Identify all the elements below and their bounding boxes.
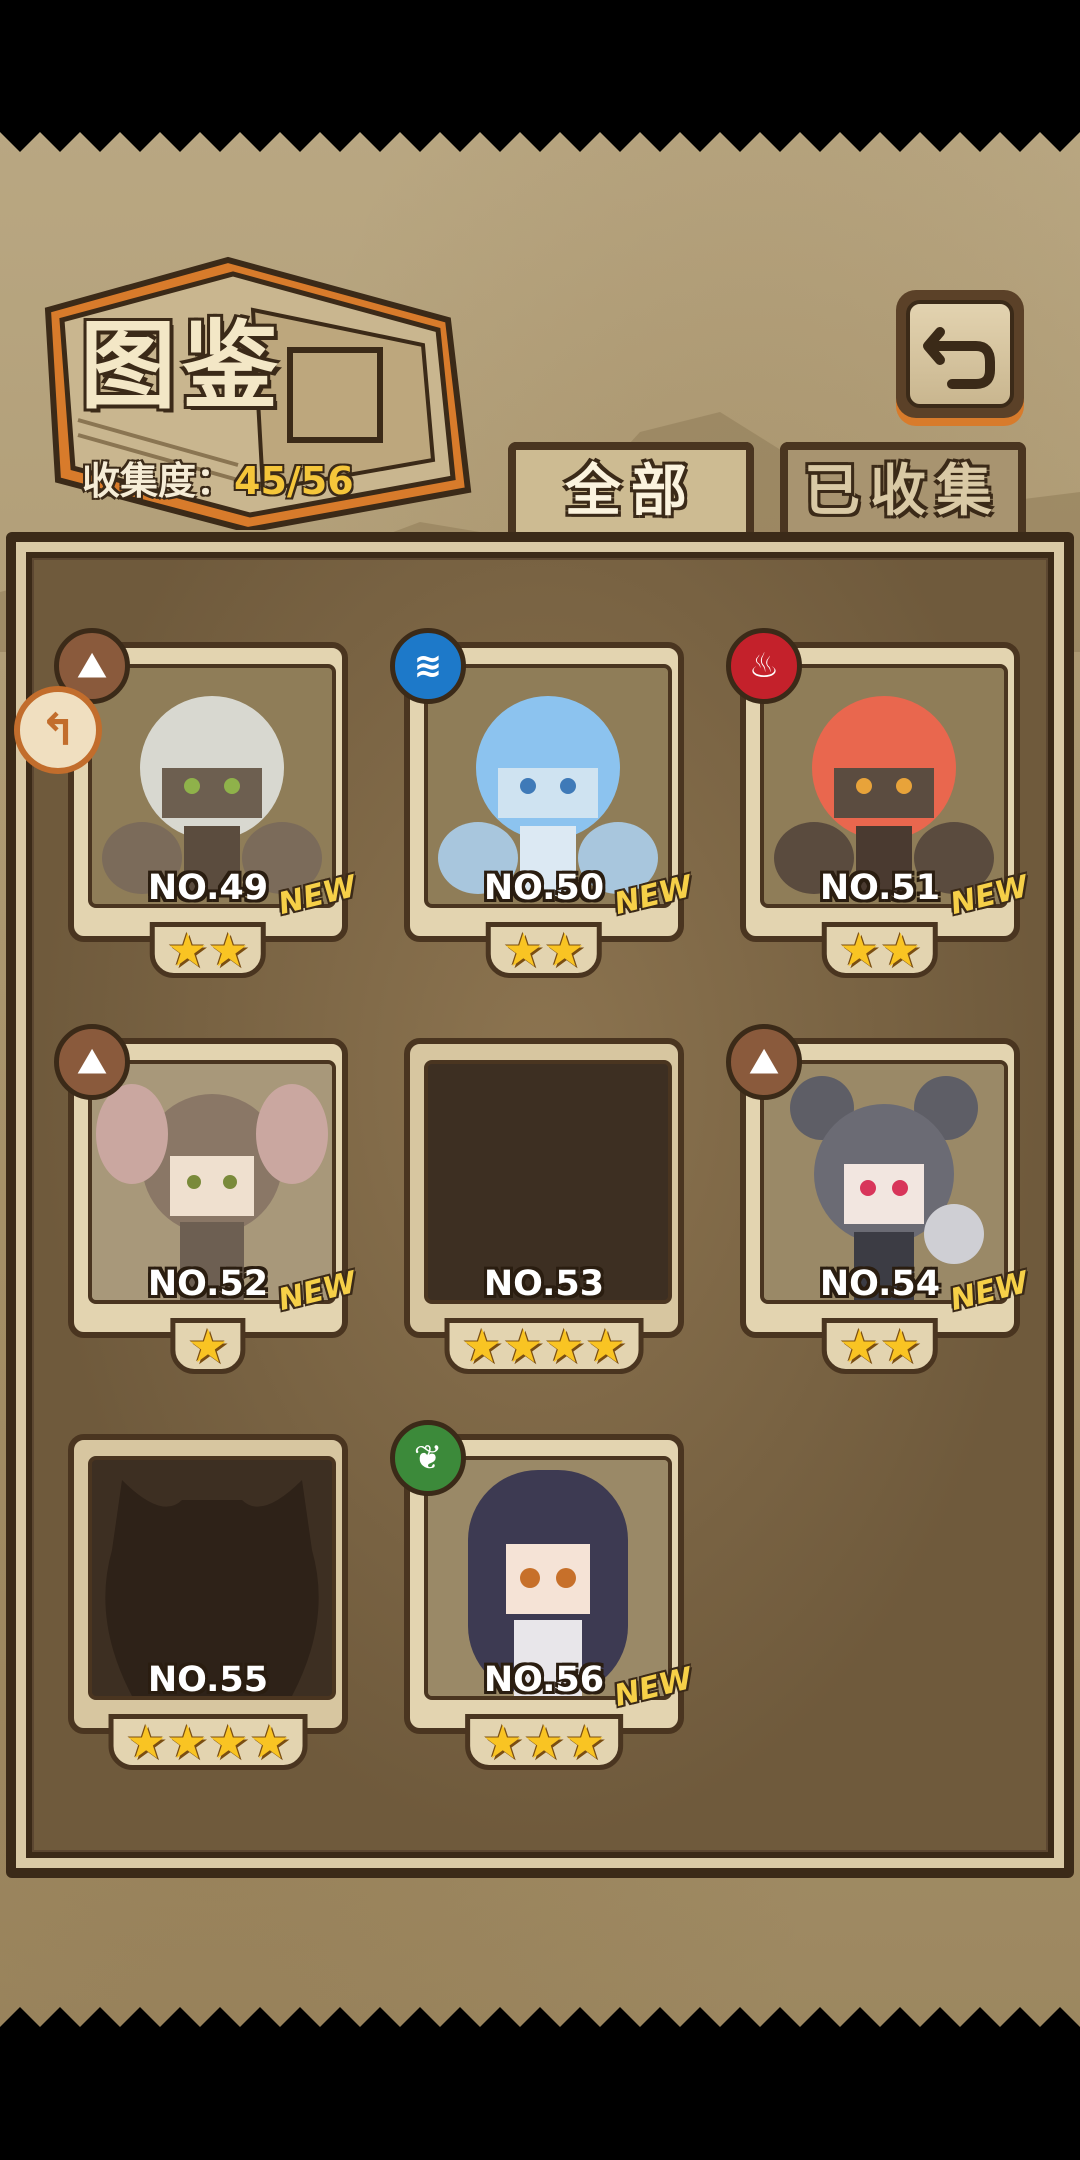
mountain-icon: ⛰ xyxy=(54,1024,130,1100)
collection-value: 45/56 xyxy=(234,459,354,503)
star-icon: ★★ xyxy=(502,923,586,977)
turn-arrow-button[interactable]: ↰ xyxy=(14,686,102,774)
star-rating: ★★ xyxy=(149,922,267,978)
star-icon: ★★ xyxy=(838,1319,922,1373)
star-rating: ★★ xyxy=(821,922,939,978)
star-rating: ★ xyxy=(170,1318,246,1374)
monster-card-51[interactable]: NO.51 NEW ★★ ♨ xyxy=(726,628,1032,978)
collection-label: 收集度： xyxy=(82,459,235,503)
monster-card-49[interactable]: NO.49 NEW ★★ ⛰ xyxy=(54,628,360,978)
monster-card-50[interactable]: NO.50 NEW ★★ ≋ xyxy=(390,628,696,978)
star-rating: ★★★★ xyxy=(444,1318,644,1374)
zigzag-border-top xyxy=(0,122,1080,152)
star-icon: ★★ xyxy=(838,923,922,977)
card-number: NO.55 xyxy=(147,1660,269,1700)
monster-card-55[interactable]: NO.55 ★★★★ xyxy=(68,1434,348,1770)
star-rating: ★★ xyxy=(485,922,603,978)
mountain-icon: ⛰ xyxy=(726,1024,802,1100)
leaf-icon: ❦ xyxy=(390,1420,466,1496)
monster-card-54[interactable]: NO.54 NEW ★★ ⛰ xyxy=(726,1024,1032,1374)
tab-collected[interactable]: 已收集 xyxy=(780,442,1026,538)
star-icon: ★ xyxy=(187,1319,229,1373)
monster-card-56[interactable]: NO.56 NEW ★★★ ❦ xyxy=(390,1420,696,1770)
back-button[interactable] xyxy=(896,290,1024,418)
tab-all[interactable]: 全部 xyxy=(508,442,754,538)
flame-icon: ♨ xyxy=(726,628,802,704)
water-icon: ≋ xyxy=(390,628,466,704)
tab-all-label: 全部 xyxy=(565,459,697,524)
star-icon: ★★★★ xyxy=(461,1319,627,1373)
zigzag-border-bottom xyxy=(0,2007,1080,2037)
return-arrow-icon xyxy=(923,327,995,389)
card-number: NO.53 xyxy=(483,1264,605,1304)
star-icon: ★★★ xyxy=(482,1715,606,1769)
monster-card-53[interactable]: NO.53 ★★★★ xyxy=(404,1038,684,1374)
monster-card-52[interactable]: NO.52 NEW ★ ⛰ xyxy=(54,1024,360,1374)
star-rating: ★★★★ xyxy=(108,1714,308,1770)
star-rating: ★★ xyxy=(821,1318,939,1374)
star-rating: ★★★ xyxy=(465,1714,623,1770)
star-icon: ★★ xyxy=(166,923,250,977)
tab-collected-label: 已收集 xyxy=(804,459,1002,524)
collection-progress: 收集度：45/56 xyxy=(82,450,354,505)
star-icon: ★★★★ xyxy=(125,1715,291,1769)
page-title: 图鉴 xyxy=(80,310,284,422)
